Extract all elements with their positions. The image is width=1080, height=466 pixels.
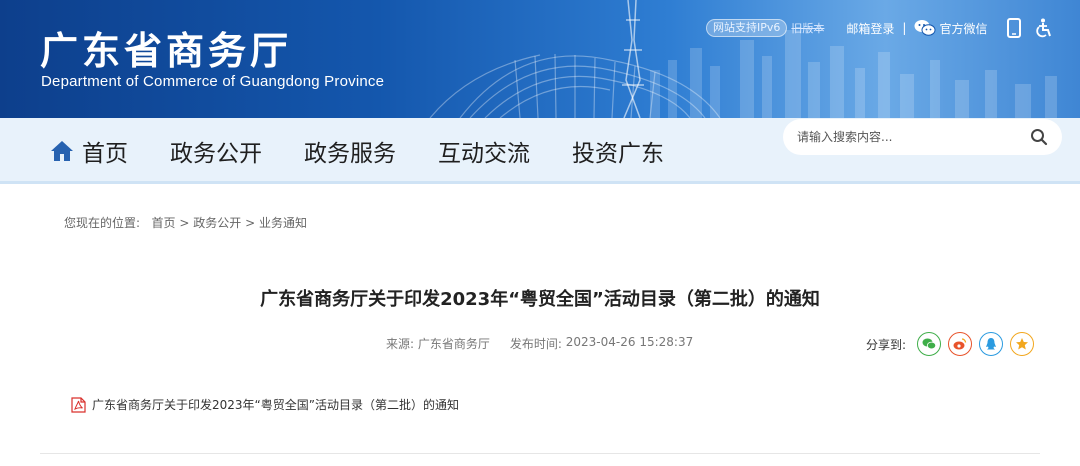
nav-item-government-affairs[interactable]: 政务公开	[170, 134, 262, 168]
nav-item-interaction[interactable]: 互动交流	[438, 134, 530, 168]
nav-item-government-services[interactable]: 政务服务	[304, 134, 396, 168]
nav-label: 首页	[82, 141, 128, 167]
pdf-attachment-link[interactable]: 广东省商务厅关于印发2023年“粤贸全国”活动目录（第二批）的通知	[71, 396, 459, 413]
wechat-icon	[914, 20, 936, 36]
pdf-icon	[71, 396, 86, 413]
divider	[40, 453, 1040, 454]
search-box	[783, 119, 1062, 155]
publish-time-label: 发布时间:	[509, 337, 562, 351]
nav-label: 投资广东	[572, 141, 664, 167]
site-subtitle: Department of Commerce of Guangdong Prov…	[41, 73, 385, 90]
mail-login-link[interactable]: 邮箱登录	[846, 20, 894, 37]
header-banner: 广东省商务厅 Department of Commerce of Guangdo…	[0, 0, 1080, 118]
qq-icon	[986, 338, 997, 350]
breadcrumb-item-business-notice[interactable]: 业务通知	[259, 216, 307, 230]
top-tools: 网站支持IPv6 旧版本 邮箱登录 | 官方微信	[706, 18, 1053, 38]
article-meta: 来源: 广东省商务厅 发布时间: 2023-04-26 15:28:37	[386, 335, 693, 352]
mobile-icon[interactable]	[1007, 18, 1022, 38]
share-label: 分享到:	[866, 337, 907, 352]
share-qq-button[interactable]	[979, 332, 1004, 356]
search-input[interactable]	[797, 130, 1030, 144]
nav-label: 政务公开	[170, 141, 262, 167]
share-wechat-button[interactable]	[917, 332, 942, 356]
article-title: 广东省商务厅关于印发2023年“粤贸全国”活动目录（第二批）的通知	[260, 289, 820, 310]
source-value: 广东省商务厅	[417, 337, 490, 351]
accessibility-icon[interactable]	[1035, 18, 1053, 38]
publish-time-value: 2023-04-26 15:28:37	[565, 335, 694, 349]
breadcrumb-separator: >	[179, 216, 190, 230]
nav-label: 政务服务	[304, 141, 396, 167]
nav-item-home[interactable]: 首页	[50, 134, 128, 168]
breadcrumb-separator: >	[245, 216, 256, 230]
nav-item-invest-guangdong[interactable]: 投资广东	[572, 134, 664, 168]
official-wechat-link[interactable]: 官方微信	[914, 19, 987, 37]
divider: |	[902, 21, 907, 35]
old-version-link[interactable]: 旧版本	[791, 20, 824, 36]
share-bar: 分享到:	[866, 332, 1035, 356]
breadcrumb-prefix: 您现在的位置:	[64, 216, 141, 230]
home-icon	[51, 141, 73, 161]
weibo-icon	[953, 338, 967, 350]
breadcrumb-item-government-affairs[interactable]: 政务公开	[193, 216, 241, 230]
share-qzone-button[interactable]	[1010, 332, 1035, 356]
breadcrumb-item-home[interactable]: 首页	[152, 216, 176, 230]
attachment-title: 广东省商务厅关于印发2023年“粤贸全国”活动目录（第二批）的通知	[92, 398, 459, 412]
star-icon	[1016, 338, 1029, 350]
source-label: 来源:	[386, 337, 415, 351]
breadcrumb: 您现在的位置: 首页 > 政务公开 > 业务通知	[64, 214, 307, 231]
nav-items: 首页 政务公开 政务服务 互动交流 投资广东	[50, 118, 706, 184]
wechat-icon	[922, 338, 937, 350]
share-weibo-button[interactable]	[948, 332, 973, 356]
search-icon[interactable]	[1030, 128, 1048, 146]
wechat-label: 官方微信	[939, 21, 988, 36]
nav-label: 互动交流	[438, 141, 530, 167]
ipv6-badge: 网站支持IPv6	[706, 19, 788, 37]
site-title: 广东省商务厅	[40, 29, 293, 73]
